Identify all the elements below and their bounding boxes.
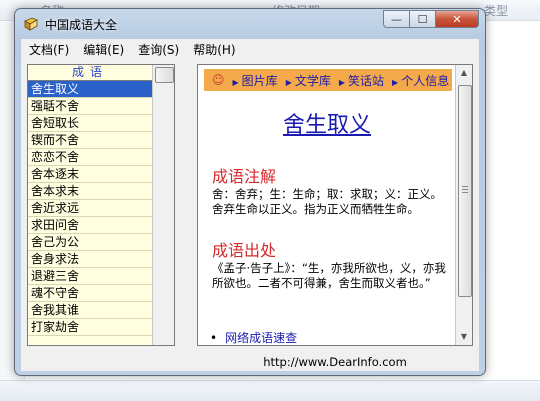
annotation-title: 成语注解 <box>212 167 277 186</box>
triangle-right-icon: ▶ <box>338 77 346 87</box>
title-bar[interactable]: 中国成语大全 — ☐ ✕ <box>15 9 485 39</box>
nav-link-literature[interactable]: ▶ 文学库 <box>286 72 331 89</box>
idiom-dictionary-window: 中国成语大全 — ☐ ✕ 文档(F) 编辑(E) 查询(S) 帮助(H) 成语 … <box>14 8 486 376</box>
column-type-header: 类型 <box>484 4 509 18</box>
quick-lookup-item: • 网络成语速查 <box>210 329 297 345</box>
scroll-up-icon[interactable]: ▲ <box>456 65 472 81</box>
background-explorer-footer <box>0 380 540 401</box>
site-nav-bar: ☺ ▶ 图片库 ▶ 文学库 ▶ 笑话站 ▶ 个人信息 <box>204 69 452 91</box>
idiom-list-item[interactable]: 舍本求末 <box>28 183 152 200</box>
menu-help[interactable]: 帮助(H) <box>193 41 235 58</box>
idiom-headline[interactable]: 舍生取义 <box>198 107 456 139</box>
idiom-list-item[interactable]: 舍身求法 <box>28 251 152 268</box>
idiom-list-header: 成语 <box>28 65 152 81</box>
triangle-right-icon: ▶ <box>285 77 292 87</box>
grip-line <box>462 189 468 190</box>
minimize-button[interactable]: — <box>383 10 409 28</box>
close-button[interactable]: ✕ <box>435 10 479 28</box>
idiom-list-item[interactable]: 舍本逐末 <box>28 166 152 183</box>
maximize-icon: ☐ <box>417 12 428 26</box>
smiley-icon: ☺ <box>212 73 225 87</box>
nav-link-images[interactable]: ▶ 图片库 <box>233 72 278 89</box>
grip-line <box>462 186 468 187</box>
book-icon <box>24 17 38 31</box>
idiom-list-item[interactable]: 锲而不舍 <box>28 132 152 149</box>
idiom-list-item[interactable]: 打家劫舍 <box>28 319 152 336</box>
menu-query[interactable]: 查询(S) <box>138 41 179 58</box>
minimize-icon: — <box>391 12 402 26</box>
quick-lookup-link[interactable]: 网络成语速查 <box>225 331 297 345</box>
source-title: 成语出处 <box>212 241 277 260</box>
idiom-list[interactable]: 成语 舍生取义 强聒不舍 舍短取长 锲而不舍 恋恋不舍 舍本逐末 舍本求末 舍近求远 求田问舍舍… <box>27 64 175 346</box>
window-title: 中国成语大全 <box>45 18 118 32</box>
idiom-list-scroll-thumb[interactable] <box>155 67 174 83</box>
annotation-text: 舍：舍弃；生：生命；取：求取；义：正义。舍弃生命以正义。指为正义而牺牲生命。 <box>212 187 442 216</box>
menu-edit[interactable]: 编辑(E) <box>83 41 124 58</box>
menu-file[interactable]: 文档(F) <box>29 41 69 58</box>
bullet-icon: • <box>210 331 218 345</box>
idiom-list-item[interactable]: 魂不守舍 <box>28 285 152 302</box>
idiom-list-item[interactable]: 退避三舍 <box>28 268 152 285</box>
caption-buttons: — ☐ ✕ <box>383 10 479 29</box>
idiom-list-item[interactable]: 求田问舍 <box>28 217 152 234</box>
idiom-list-item[interactable]: 舍短取长 <box>28 115 152 132</box>
idiom-list-item[interactable]: 舍近求远 <box>28 200 152 217</box>
idiom-list-item[interactable]: 舍生取义 <box>28 81 152 98</box>
idiom-list-item[interactable]: 强聒不舍 <box>28 98 152 115</box>
nav-link-profile[interactable]: ▶ 个人信息 <box>392 72 449 89</box>
source-text: 《孟子·告子上》：“生，亦我所欲也，义，亦我所欲也。二者不可得兼，舍生而取义者也… <box>212 261 446 290</box>
maximize-button[interactable]: ☐ <box>409 10 435 28</box>
idiom-list-item[interactable]: 舍己为公 <box>28 234 152 251</box>
content-scrollbar[interactable]: ▲ ▼ <box>455 65 472 345</box>
grip-line <box>462 192 468 193</box>
triangle-right-icon: ▶ <box>232 77 239 87</box>
menu-bar: 文档(F) 编辑(E) 查询(S) 帮助(H) <box>21 39 479 59</box>
status-bar: http://www.DearInfo.com <box>21 353 479 371</box>
status-url: http://www.DearInfo.com <box>263 355 407 369</box>
idiom-list-item[interactable]: 恋恋不舍 <box>28 149 152 166</box>
scroll-down-icon[interactable]: ▼ <box>456 329 472 345</box>
idiom-list-item[interactable]: 舍我其谁 <box>28 302 152 319</box>
content-browser: ☺ ▶ 图片库 ▶ 文学库 ▶ 笑话站 ▶ 个人信息 舍生取义 成语注解 舍：舍弃；生：… <box>197 64 473 346</box>
idiom-list-items: 舍生取义 强聒不舍 舍短取长 锲而不舍 恋恋不舍 舍本逐末 舍本求末 舍近求远 求田问舍 舍己为公… <box>28 81 152 336</box>
content-scroll-thumb[interactable] <box>458 85 472 297</box>
nav-link-jokes[interactable]: ▶ 笑话站 <box>339 72 384 89</box>
client-area: 成语 舍生取义 强聒不舍 舍短取长 锲而不舍 恋恋不舍 舍本逐末 舍本求末 舍近求远 求田问舍舍… <box>21 59 479 353</box>
close-icon: ✕ <box>452 12 462 26</box>
idiom-list-scrollbar[interactable] <box>152 65 174 345</box>
triangle-right-icon: ▶ <box>392 77 399 87</box>
